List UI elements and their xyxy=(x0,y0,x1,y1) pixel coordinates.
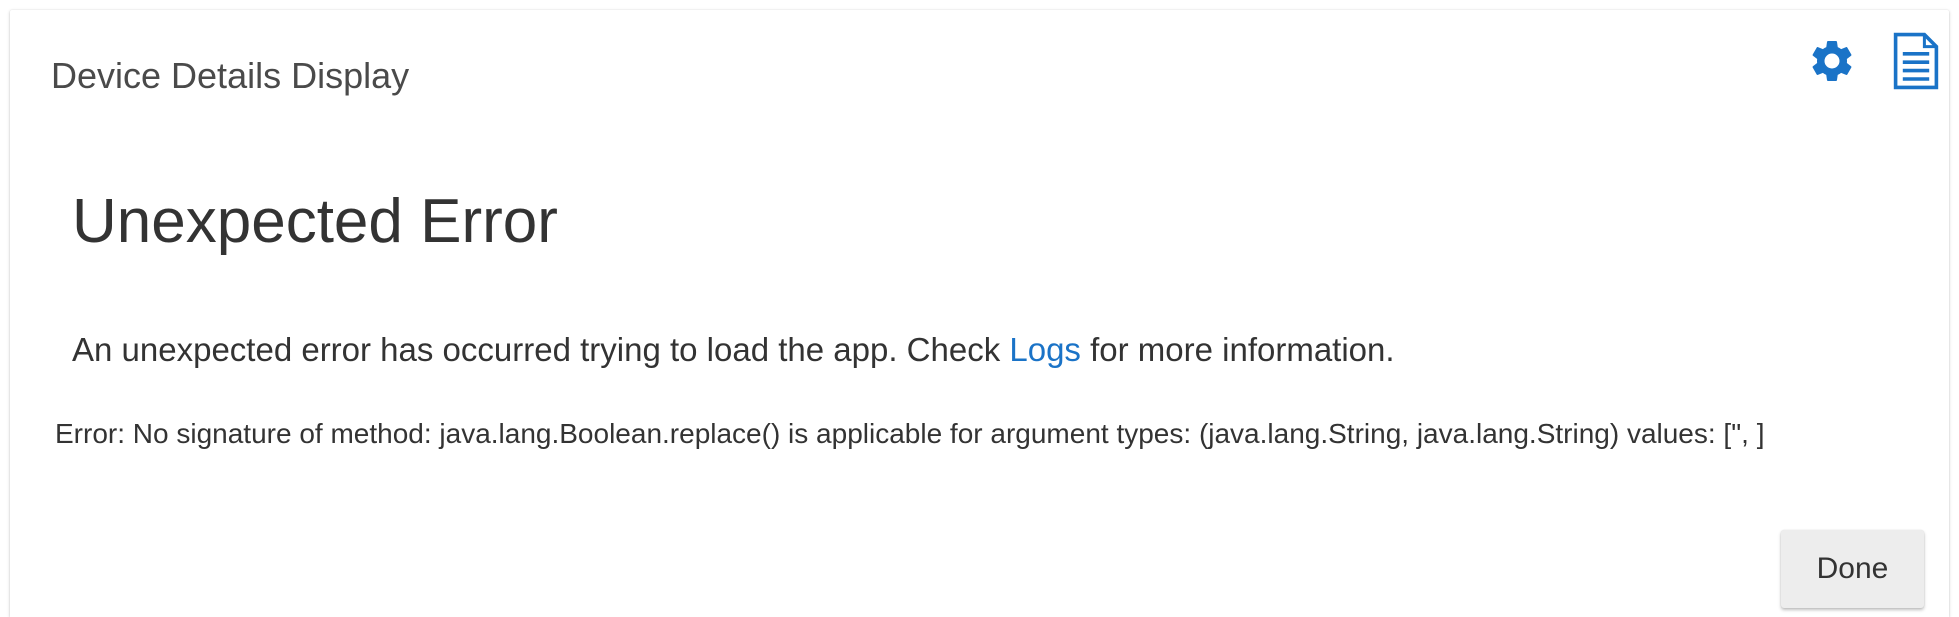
done-button[interactable]: Done xyxy=(1781,530,1924,608)
document-icon[interactable] xyxy=(1892,32,1940,90)
page: Device Details Display Unexpected Error … xyxy=(0,0,1959,617)
error-detail: Error: No signature of method: java.lang… xyxy=(55,418,1765,449)
error-heading: Unexpected Error xyxy=(72,187,558,256)
error-message-suffix: for more information. xyxy=(1080,331,1395,368)
app-card: Device Details Display Unexpected Error … xyxy=(10,10,1949,617)
logs-link[interactable]: Logs xyxy=(1009,331,1081,368)
gear-icon[interactable] xyxy=(1807,36,1857,86)
error-message: An unexpected error has occurred trying … xyxy=(72,328,1395,372)
app-title: Device Details Display xyxy=(51,55,410,96)
error-message-text: An unexpected error has occurred trying … xyxy=(72,331,1010,368)
